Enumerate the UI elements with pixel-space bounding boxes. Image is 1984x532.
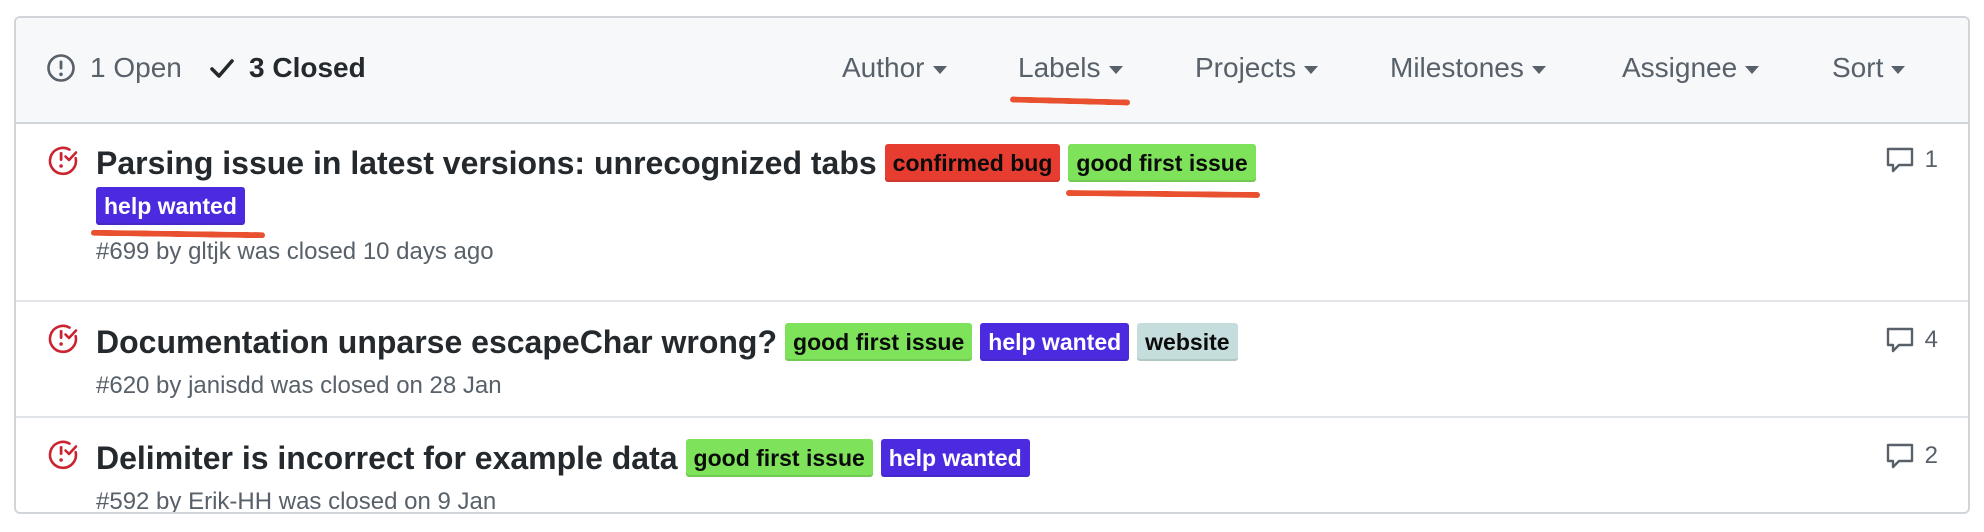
label-help-wanted[interactable]: help wanted bbox=[980, 323, 1130, 361]
assignee-filter-label: Assignee bbox=[1622, 52, 1738, 83]
issue-meta: #699 by gltjk was closed 10 days ago bbox=[96, 238, 494, 265]
label-help-wanted[interactable]: help wanted bbox=[96, 187, 245, 225]
open-issues-filter[interactable]: 1 Open bbox=[46, 48, 182, 88]
issues-panel: 1 Open 3 Closed Author Labels Projects M… bbox=[14, 16, 1970, 514]
assignee-filter[interactable]: Assignee bbox=[1622, 48, 1760, 88]
projects-filter[interactable]: Projects bbox=[1195, 48, 1319, 88]
caret-down-icon bbox=[932, 66, 947, 74]
issue-meta: #592 by Erik-HH was closed on 9 Jan bbox=[96, 488, 497, 514]
caret-down-icon bbox=[1891, 66, 1906, 74]
issue-title-line: Parsing issue in latest versions: unreco… bbox=[96, 144, 1264, 182]
sort-filter-label: Sort bbox=[1832, 52, 1884, 83]
check-icon bbox=[210, 59, 234, 78]
label-help-wanted[interactable]: help wanted bbox=[880, 439, 1030, 477]
labels-filter-label: Labels bbox=[1018, 52, 1101, 83]
label-good-first-issue[interactable]: good first issue bbox=[785, 323, 973, 361]
issue-label-wrap-line: help wanted bbox=[96, 187, 253, 225]
author-filter-label: Author bbox=[842, 52, 925, 83]
label-confirmed-bug[interactable]: confirmed bug bbox=[884, 144, 1061, 182]
caret-down-icon bbox=[1108, 66, 1123, 74]
open-count-label: 1 Open bbox=[90, 52, 182, 83]
comment-count: 2 bbox=[1924, 442, 1938, 469]
issue-opened-icon bbox=[47, 54, 75, 82]
sort-filter[interactable]: Sort bbox=[1832, 48, 1906, 88]
issue-title-link[interactable]: Parsing issue in latest versions: unreco… bbox=[96, 145, 877, 182]
caret-down-icon bbox=[1745, 66, 1760, 74]
comment-icon bbox=[1886, 327, 1913, 353]
label-good-first-issue[interactable]: good first issue bbox=[1068, 144, 1256, 182]
comment-count: 4 bbox=[1924, 326, 1938, 353]
issue-title-link[interactable]: Delimiter is incorrect for example data bbox=[96, 440, 678, 477]
issue-closed-icon bbox=[48, 146, 78, 176]
comment-count: 1 bbox=[1924, 146, 1938, 173]
label-good-first-issue[interactable]: good first issue bbox=[685, 439, 873, 477]
labels-filter[interactable]: Labels bbox=[1018, 48, 1123, 88]
issue-row: Parsing issue in latest versions: unreco… bbox=[16, 124, 1968, 302]
issue-row: Documentation unparse escapeChar wrong? … bbox=[16, 302, 1968, 418]
issue-row: Delimiter is incorrect for example data … bbox=[16, 418, 1968, 514]
issue-comments-link[interactable]: 1 bbox=[1885, 146, 1938, 174]
issue-title-link[interactable]: Documentation unparse escapeChar wrong? bbox=[96, 324, 777, 361]
milestones-filter[interactable]: Milestones bbox=[1390, 48, 1546, 88]
issue-title-line: Delimiter is incorrect for example data … bbox=[96, 439, 1038, 477]
issue-closed-icon bbox=[48, 440, 78, 470]
comment-icon bbox=[1886, 147, 1913, 173]
milestones-filter-label: Milestones bbox=[1390, 52, 1524, 83]
caret-down-icon bbox=[1304, 66, 1319, 74]
label-website[interactable]: website bbox=[1137, 323, 1238, 361]
issues-header: 1 Open 3 Closed Author Labels Projects M… bbox=[16, 18, 1968, 124]
issue-title-line: Documentation unparse escapeChar wrong? … bbox=[96, 323, 1246, 361]
comment-icon bbox=[1886, 443, 1913, 469]
closed-count-label: 3 Closed bbox=[249, 52, 366, 83]
author-filter[interactable]: Author bbox=[842, 48, 947, 88]
projects-filter-label: Projects bbox=[1195, 52, 1297, 83]
issue-comments-link[interactable]: 2 bbox=[1885, 442, 1938, 470]
issue-meta: #620 by janisdd was closed on 28 Jan bbox=[96, 372, 502, 399]
issue-closed-icon bbox=[48, 324, 78, 354]
issue-comments-link[interactable]: 4 bbox=[1885, 326, 1938, 354]
closed-issues-filter[interactable]: 3 Closed bbox=[209, 48, 366, 88]
caret-down-icon bbox=[1531, 66, 1546, 74]
